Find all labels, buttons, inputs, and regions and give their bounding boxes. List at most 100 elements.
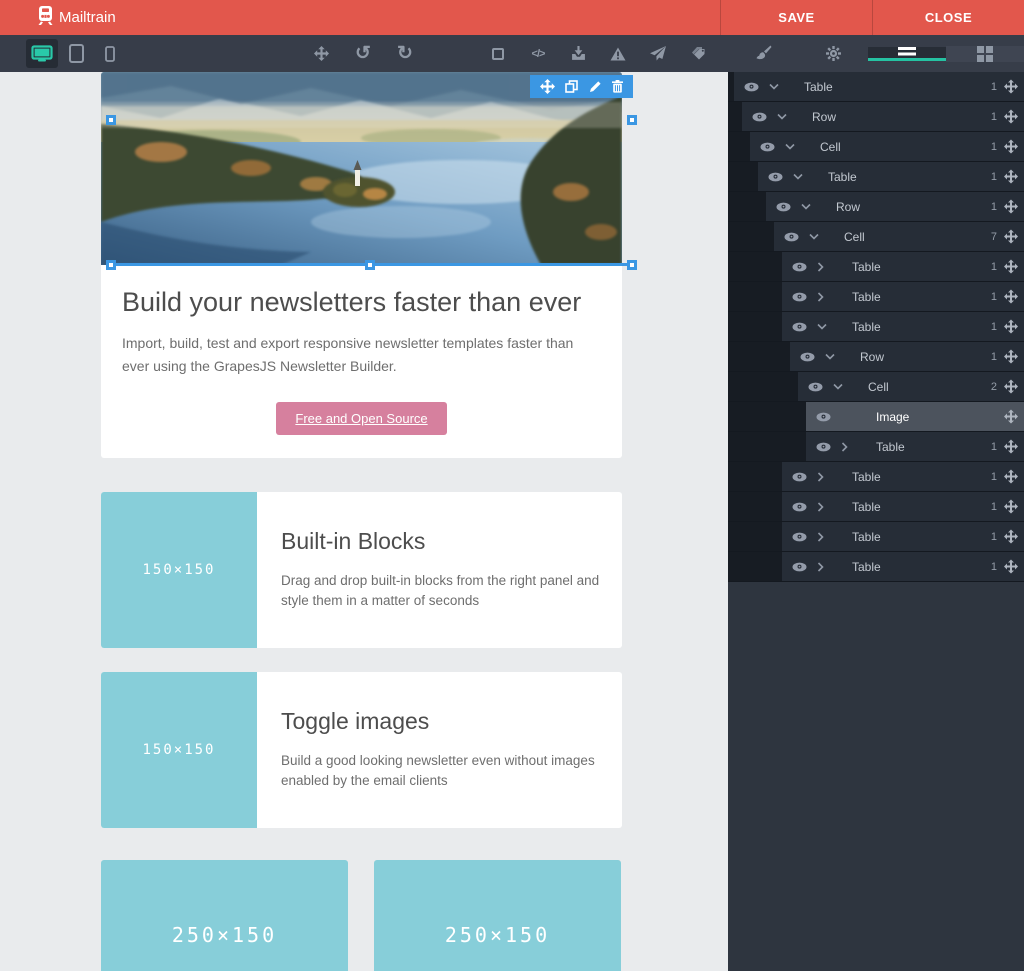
chevron-right-icon[interactable] [817, 502, 829, 512]
brush-button[interactable] [728, 45, 798, 62]
hero-title[interactable]: Build your newsletters faster than ever [101, 265, 622, 318]
hero-section[interactable]: Build your newsletters faster than ever … [101, 72, 622, 458]
layer-row-cell-5[interactable]: Cell7 [728, 222, 1024, 252]
eye-icon[interactable] [816, 442, 832, 452]
chevron-right-icon[interactable] [817, 562, 829, 572]
feature-section-toggle-images[interactable]: 150×150 Toggle images Build a good looki… [101, 672, 622, 828]
chevron-down-icon[interactable] [777, 113, 789, 120]
move-handle-icon[interactable] [1004, 439, 1018, 454]
send-button[interactable] [642, 39, 674, 68]
layer-row-table-14[interactable]: Table1 [728, 492, 1024, 522]
placeholder-image-250[interactable]: 250×150 [101, 860, 348, 971]
move-handle-icon[interactable] [1004, 409, 1018, 424]
eye-icon[interactable] [792, 472, 808, 482]
move-handle-icon[interactable] [1004, 469, 1018, 484]
move-handle-icon[interactable] [1004, 229, 1018, 244]
tags-button[interactable] [682, 39, 714, 68]
close-button[interactable]: CLOSE [872, 0, 1024, 35]
eye-icon[interactable] [784, 232, 800, 242]
resize-handle-bottom-center[interactable] [365, 260, 375, 270]
eye-icon[interactable] [792, 502, 808, 512]
desktop-button[interactable] [26, 39, 58, 68]
chevron-right-icon[interactable] [817, 532, 829, 542]
eye-icon[interactable] [768, 172, 784, 182]
border-button[interactable] [482, 39, 514, 68]
chevron-right-icon[interactable] [817, 292, 829, 302]
tab-layers[interactable] [868, 47, 946, 61]
save-button[interactable]: SAVE [720, 0, 872, 35]
copy-button[interactable] [565, 80, 578, 93]
gear-button[interactable] [798, 45, 868, 62]
chevron-down-icon[interactable] [825, 353, 837, 360]
code-button[interactable]: </> [522, 39, 554, 68]
editor-canvas[interactable]: Build your newsletters faster than ever … [0, 72, 728, 971]
layer-row-cell-2[interactable]: Cell1 [728, 132, 1024, 162]
feature-title[interactable]: Toggle images [281, 708, 602, 735]
resize-handle-bottom-left[interactable] [106, 260, 116, 270]
move-handle-icon[interactable] [1004, 79, 1018, 94]
eye-icon[interactable] [776, 202, 792, 212]
move-handle-icon[interactable] [1004, 319, 1018, 334]
chevron-down-icon[interactable] [817, 323, 829, 330]
feature-body[interactable]: Build a good looking newsletter even wit… [281, 751, 602, 791]
move-handle-icon[interactable] [1004, 499, 1018, 514]
resize-handle-top-left[interactable] [106, 115, 116, 125]
chevron-down-icon[interactable] [769, 83, 781, 90]
placeholder-image-250[interactable]: 250×150 [374, 860, 621, 971]
layer-row-table-13[interactable]: Table1 [728, 462, 1024, 492]
chevron-right-icon[interactable] [817, 472, 829, 482]
eye-icon[interactable] [792, 562, 808, 572]
eye-icon[interactable] [792, 292, 808, 302]
eye-icon[interactable] [816, 412, 832, 422]
layer-row-table-3[interactable]: Table1 [728, 162, 1024, 192]
eye-icon[interactable] [760, 142, 776, 152]
chevron-down-icon[interactable] [833, 383, 845, 390]
layer-row-table-8[interactable]: Table1 [728, 312, 1024, 342]
move-handle-icon[interactable] [1004, 139, 1018, 154]
move-handle-icon[interactable] [1004, 559, 1018, 574]
move-handle-icon[interactable] [1004, 349, 1018, 364]
eye-icon[interactable] [800, 352, 816, 362]
eye-icon[interactable] [752, 112, 768, 122]
tab-blocks[interactable] [946, 46, 1024, 62]
layer-row-table-0[interactable]: Table1 [728, 72, 1024, 102]
eye-icon[interactable] [792, 322, 808, 332]
chevron-down-icon[interactable] [801, 203, 813, 210]
layer-row-table-15[interactable]: Table1 [728, 522, 1024, 552]
layer-row-image-11[interactable]: Image [728, 402, 1024, 432]
chevron-right-icon[interactable] [817, 262, 829, 272]
eye-icon[interactable] [792, 262, 808, 272]
layer-row-table-6[interactable]: Table1 [728, 252, 1024, 282]
undo-button[interactable]: ↺ [347, 39, 379, 68]
move-handle-icon[interactable] [1004, 289, 1018, 304]
layer-row-row-9[interactable]: Row1 [728, 342, 1024, 372]
eye-icon[interactable] [744, 82, 760, 92]
placeholder-image-150[interactable]: 150×150 [101, 672, 257, 828]
tablet-button[interactable] [60, 39, 92, 68]
placeholder-image-150[interactable]: 150×150 [101, 492, 257, 648]
feature-section-builtin-blocks[interactable]: 150×150 Built-in Blocks Drag and drop bu… [101, 492, 622, 648]
lake-photo[interactable] [101, 72, 622, 265]
move-handle-icon[interactable] [1004, 379, 1018, 394]
move-handle-icon[interactable] [1004, 169, 1018, 184]
move-button[interactable] [305, 39, 337, 68]
layer-row-table-12[interactable]: Table1 [728, 432, 1024, 462]
move-handle-icon[interactable] [1004, 259, 1018, 274]
chevron-right-icon[interactable] [841, 442, 853, 452]
feature-title[interactable]: Built-in Blocks [281, 528, 602, 555]
eye-icon[interactable] [808, 382, 824, 392]
move-button[interactable] [540, 79, 555, 94]
move-handle-icon[interactable] [1004, 529, 1018, 544]
layer-row-cell-10[interactable]: Cell2 [728, 372, 1024, 402]
free-open-source-button[interactable]: Free and Open Source [276, 402, 446, 435]
resize-handle-bottom-right[interactable] [627, 260, 637, 270]
layer-row-table-16[interactable]: Table1 [728, 552, 1024, 582]
import-button[interactable] [562, 39, 594, 68]
feature-body[interactable]: Drag and drop built-in blocks from the r… [281, 571, 602, 611]
mobile-button[interactable] [94, 39, 126, 68]
chevron-down-icon[interactable] [809, 233, 821, 240]
layer-row-table-7[interactable]: Table1 [728, 282, 1024, 312]
move-handle-icon[interactable] [1004, 199, 1018, 214]
redo-button[interactable]: ↻ [389, 39, 421, 68]
resize-handle-top-right[interactable] [627, 115, 637, 125]
